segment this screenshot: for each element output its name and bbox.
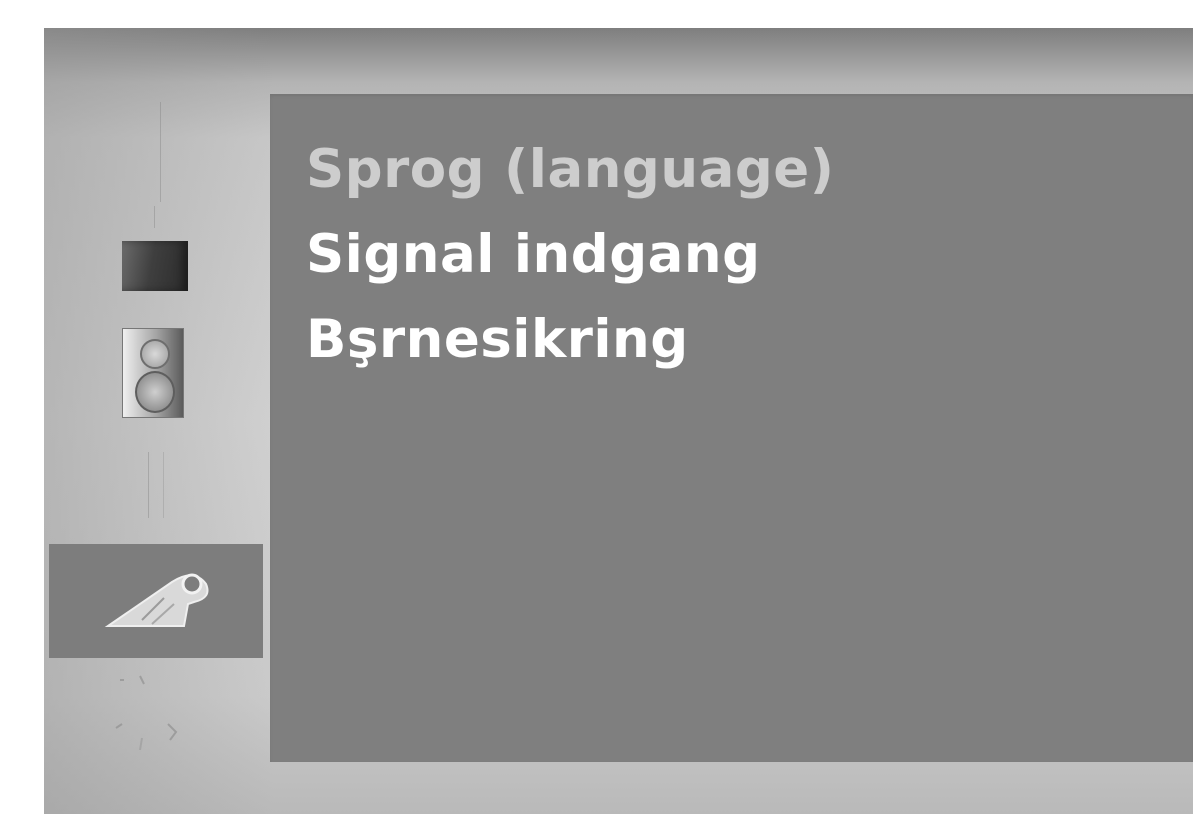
menu-panel: Sprog (language) Signal indgang Bşrnesik… xyxy=(270,94,1193,762)
special-icon[interactable] xyxy=(102,554,212,634)
menu-list: Sprog (language) Signal indgang Bşrnesik… xyxy=(306,134,834,389)
osd-menu-window: Sprog (language) Signal indgang Bşrnesik… xyxy=(44,28,1193,814)
menu-item-signal-input[interactable]: Signal indgang xyxy=(306,219,834,304)
menu-item-child-lock[interactable]: Bşrnesikring xyxy=(306,304,834,389)
picture-icon[interactable] xyxy=(122,241,188,291)
sidebar-divider-line xyxy=(160,102,161,202)
speaker-cone-bottom xyxy=(135,371,175,413)
timer-icon[interactable] xyxy=(148,452,164,518)
screen-icon[interactable] xyxy=(110,670,200,760)
menu-sidebar xyxy=(44,28,270,814)
menu-item-language[interactable]: Sprog (language) xyxy=(306,134,834,219)
sidebar-divider-line xyxy=(154,206,155,228)
sound-icon[interactable] xyxy=(122,328,184,418)
speaker-cone-top xyxy=(140,339,170,369)
